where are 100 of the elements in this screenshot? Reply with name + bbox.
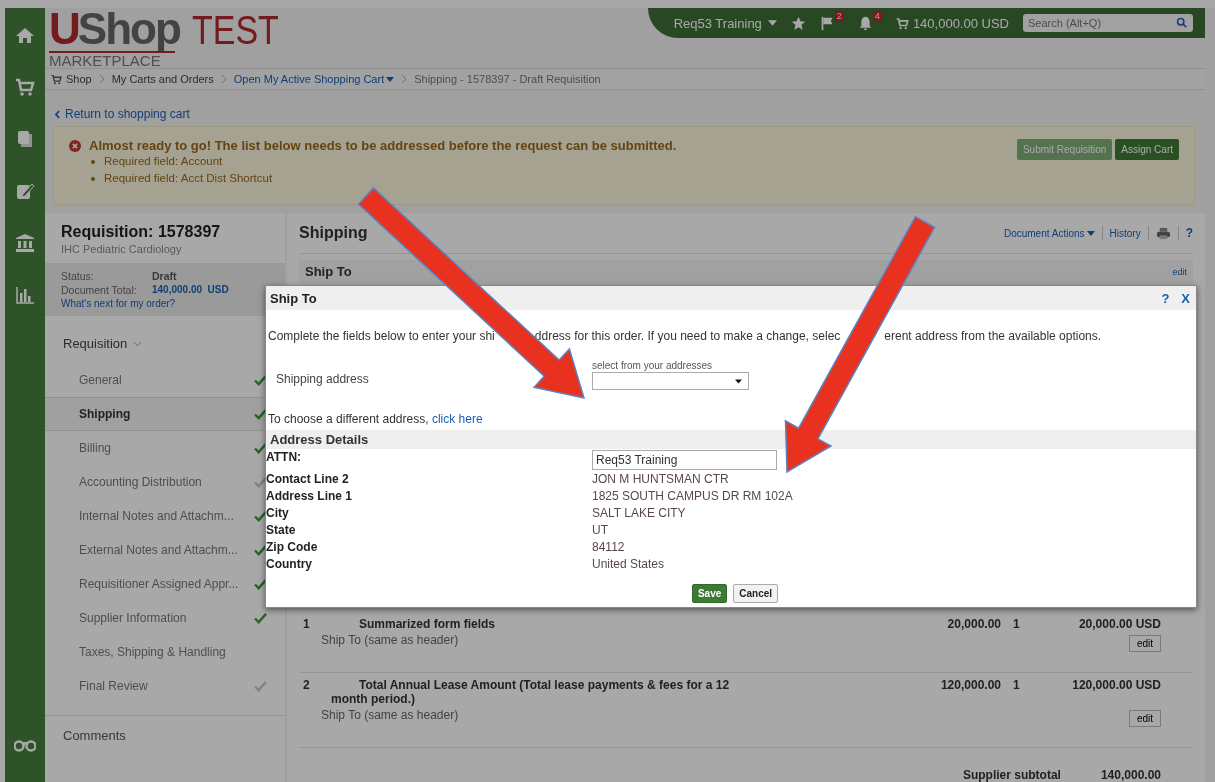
quantity: 1 [1012, 678, 1021, 694]
check-icon [254, 374, 267, 386]
nav-item[interactable]: External Notes and Attachm... [45, 533, 263, 567]
star-icon[interactable] [790, 15, 806, 31]
field-value: 84112 [592, 539, 626, 556]
search-icon[interactable] [1176, 17, 1187, 28]
printer-icon[interactable] [1155, 226, 1171, 240]
nav-label: Internal Notes and Attachm... [79, 509, 234, 523]
field-value: United States [592, 556, 666, 573]
edit-button[interactable]: edit [1128, 635, 1161, 652]
nav-label: Accounting Distribution [79, 475, 202, 489]
dialog-instructions: erent address from the available options. [884, 329, 1102, 343]
unit-price: 120,000.00 [939, 678, 1001, 694]
return-link[interactable]: Return to shopping cart [55, 107, 190, 121]
field-value: 1825 SOUTH CAMPUS DR RM 102A [592, 488, 794, 505]
close-button[interactable]: X [1181, 290, 1190, 306]
requisition-title: Requisition: 1578397 [61, 223, 222, 241]
field-value: JON M HUNTSMAN CTR [592, 471, 730, 488]
field-label: State [266, 522, 297, 539]
documents-icon[interactable] [15, 129, 35, 149]
cart-total[interactable]: 140,000.00 USD [912, 15, 1009, 31]
chart-icon[interactable] [15, 285, 35, 305]
user-menu[interactable]: Req53 Training [673, 15, 777, 31]
nav-label: Requisitioner Assigned Appr... [79, 577, 239, 591]
ship-to-note: Ship To (same as header) [320, 708, 460, 724]
nav-item[interactable]: General [45, 363, 263, 397]
error-icon [69, 139, 81, 152]
chevron-icon [133, 340, 143, 347]
nav-item[interactable]: Requisitioner Assigned Appr... [45, 567, 263, 601]
cart-icon [51, 73, 62, 85]
check-icon [254, 612, 267, 624]
cart-icon[interactable] [895, 16, 909, 30]
total-value: 140,000.00 USD [152, 284, 230, 296]
attn-input[interactable]: Req53 Training [592, 450, 777, 470]
caret-icon [1086, 230, 1095, 236]
edit-icon[interactable] [15, 181, 35, 201]
home-icon[interactable] [15, 25, 35, 45]
alert-item-text: Required field: Account [104, 154, 223, 169]
change-address-text: To choose a different address, click here [267, 412, 484, 426]
check-icon [254, 680, 267, 692]
nav-label: Taxes, Shipping & Handling [79, 645, 226, 659]
line-number: 2 [303, 678, 311, 694]
nav-label: Final Review [79, 679, 148, 693]
document-actions-menu[interactable]: Document Actions [1003, 227, 1095, 239]
line-total: 120,000.00 USD [1071, 678, 1161, 694]
comments-link[interactable]: Comments [45, 715, 285, 755]
field-hint: select from your addresses [592, 360, 714, 371]
nav-item[interactable]: Supplier Information [45, 601, 263, 635]
line-total: 20,000.00 USD [1077, 617, 1161, 631]
flag-icon[interactable] [819, 15, 835, 31]
breadcrumb-link[interactable]: Shop [66, 73, 92, 85]
dialog-instructions: ddress for this order. If you need to make a change, selec [534, 329, 841, 343]
check-icon [254, 442, 267, 454]
dialog-title: Ship To [270, 290, 317, 306]
nav-item[interactable]: Internal Notes and Attachm... [45, 499, 263, 533]
binoculars-icon[interactable] [14, 738, 36, 752]
alert-count-badge: 4 [872, 10, 882, 22]
bell-icon[interactable] [857, 15, 873, 31]
nav-label: General [79, 373, 122, 387]
status-label: Status: [61, 270, 95, 282]
cart-icon[interactable] [15, 77, 35, 97]
next-steps-link[interactable]: What's next for my order? [61, 298, 269, 309]
help-link[interactable]: ? [1161, 290, 1170, 306]
search-field[interactable]: Search (Alt+Q) [1023, 14, 1193, 32]
bank-icon[interactable] [15, 233, 35, 253]
field-label: Shipping address [275, 371, 370, 388]
action-button[interactable]: Assign Cart [1115, 139, 1179, 160]
field-label: Address Line 1 [266, 488, 354, 505]
nav-item[interactable]: Billing [45, 431, 263, 465]
breadcrumb-link[interactable]: Open My Active Shopping Cart [233, 73, 395, 85]
click-here-link[interactable]: click here [431, 412, 483, 426]
subtotal-value: 140,000.00 [1100, 768, 1161, 782]
nav-item[interactable]: Shipping [45, 397, 263, 431]
history-link[interactable]: History [1109, 227, 1141, 239]
edit-link[interactable]: edit [1172, 266, 1187, 277]
field-label: ATTN: [266, 449, 303, 466]
page-title: Shipping [299, 224, 368, 242]
field-label: City [266, 505, 290, 522]
nav-item[interactable]: Taxes, Shipping & Handling [45, 635, 263, 669]
bullet-icon [91, 159, 95, 164]
nav-item[interactable]: Accounting Distribution [45, 465, 263, 499]
edit-button[interactable]: edit [1128, 710, 1161, 727]
section-heading[interactable]: Requisition [63, 336, 128, 351]
subtotal-label: Supplier subtotal [962, 768, 1061, 782]
dialog-button[interactable]: Cancel [733, 584, 779, 603]
nav-label: External Notes and Attachm... [79, 543, 238, 557]
address-dropdown[interactable] [592, 372, 749, 390]
help-link[interactable]: ? [1185, 226, 1193, 240]
caret-icon [735, 378, 742, 384]
item-description: Summarized form fields [358, 617, 497, 631]
breadcrumb-link[interactable]: My Carts and Orders [111, 73, 214, 85]
section-title: Ship To [305, 264, 352, 279]
line-number: 1 [303, 617, 311, 631]
field-label: Zip Code [266, 539, 319, 556]
dialog-button[interactable]: Save [691, 584, 728, 603]
chevron-icon [98, 74, 105, 84]
breadcrumb-link[interactable]: Shipping - 1578397 - Draft Requisition [414, 73, 601, 85]
check-icon [254, 476, 267, 488]
nav-item[interactable]: Final Review [45, 669, 263, 703]
chevron-icon [401, 74, 408, 84]
